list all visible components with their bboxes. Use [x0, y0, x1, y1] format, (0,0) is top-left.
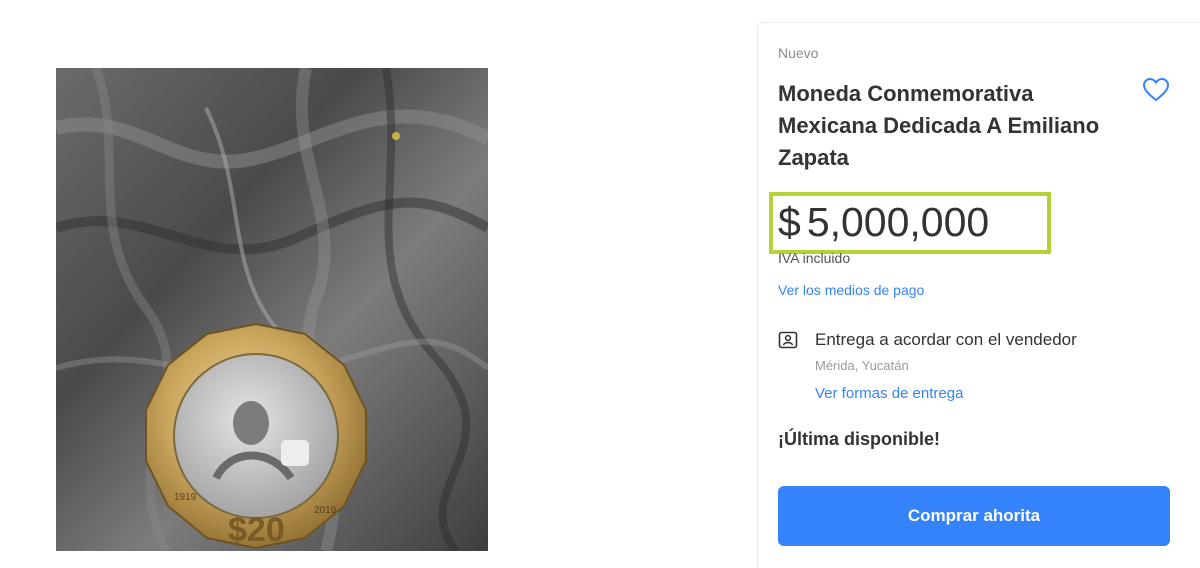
price-currency: $: [778, 199, 801, 245]
coin-denomination: $20: [228, 511, 285, 549]
buy-now-button[interactable]: Comprar ahorita: [778, 486, 1170, 546]
price-amount: 5,000,000: [806, 199, 990, 245]
stock-status: ¡Última disponible!: [778, 429, 940, 449]
coin-year-left: 1919: [174, 492, 197, 503]
product-title: Moneda Conmemorativa Mexicana Dedicada A…: [778, 81, 1100, 170]
shipping-options-link[interactable]: Ver formas de entrega: [815, 385, 963, 402]
shipping-title: Entrega a acordar con el vendedor: [815, 330, 1077, 349]
product-price: $5,000,000: [778, 199, 989, 246]
heart-outline-icon[interactable]: [1142, 77, 1170, 103]
product-info-panel: Nuevo Moneda Conmemorativa Mexicana Dedi…: [757, 22, 1200, 568]
id-card-icon: [778, 331, 798, 349]
coin-photo: $20 1919 2019: [56, 68, 488, 551]
tax-note: IVA incluido: [778, 252, 851, 266]
coin-year-right: 2019: [314, 505, 337, 516]
product-image[interactable]: $20 1919 2019: [56, 68, 488, 551]
condition-label: Nuevo: [778, 45, 819, 61]
payment-methods-link[interactable]: Ver los medios de pago: [778, 282, 924, 298]
shipping-location: Mérida, Yucatán: [815, 358, 909, 373]
